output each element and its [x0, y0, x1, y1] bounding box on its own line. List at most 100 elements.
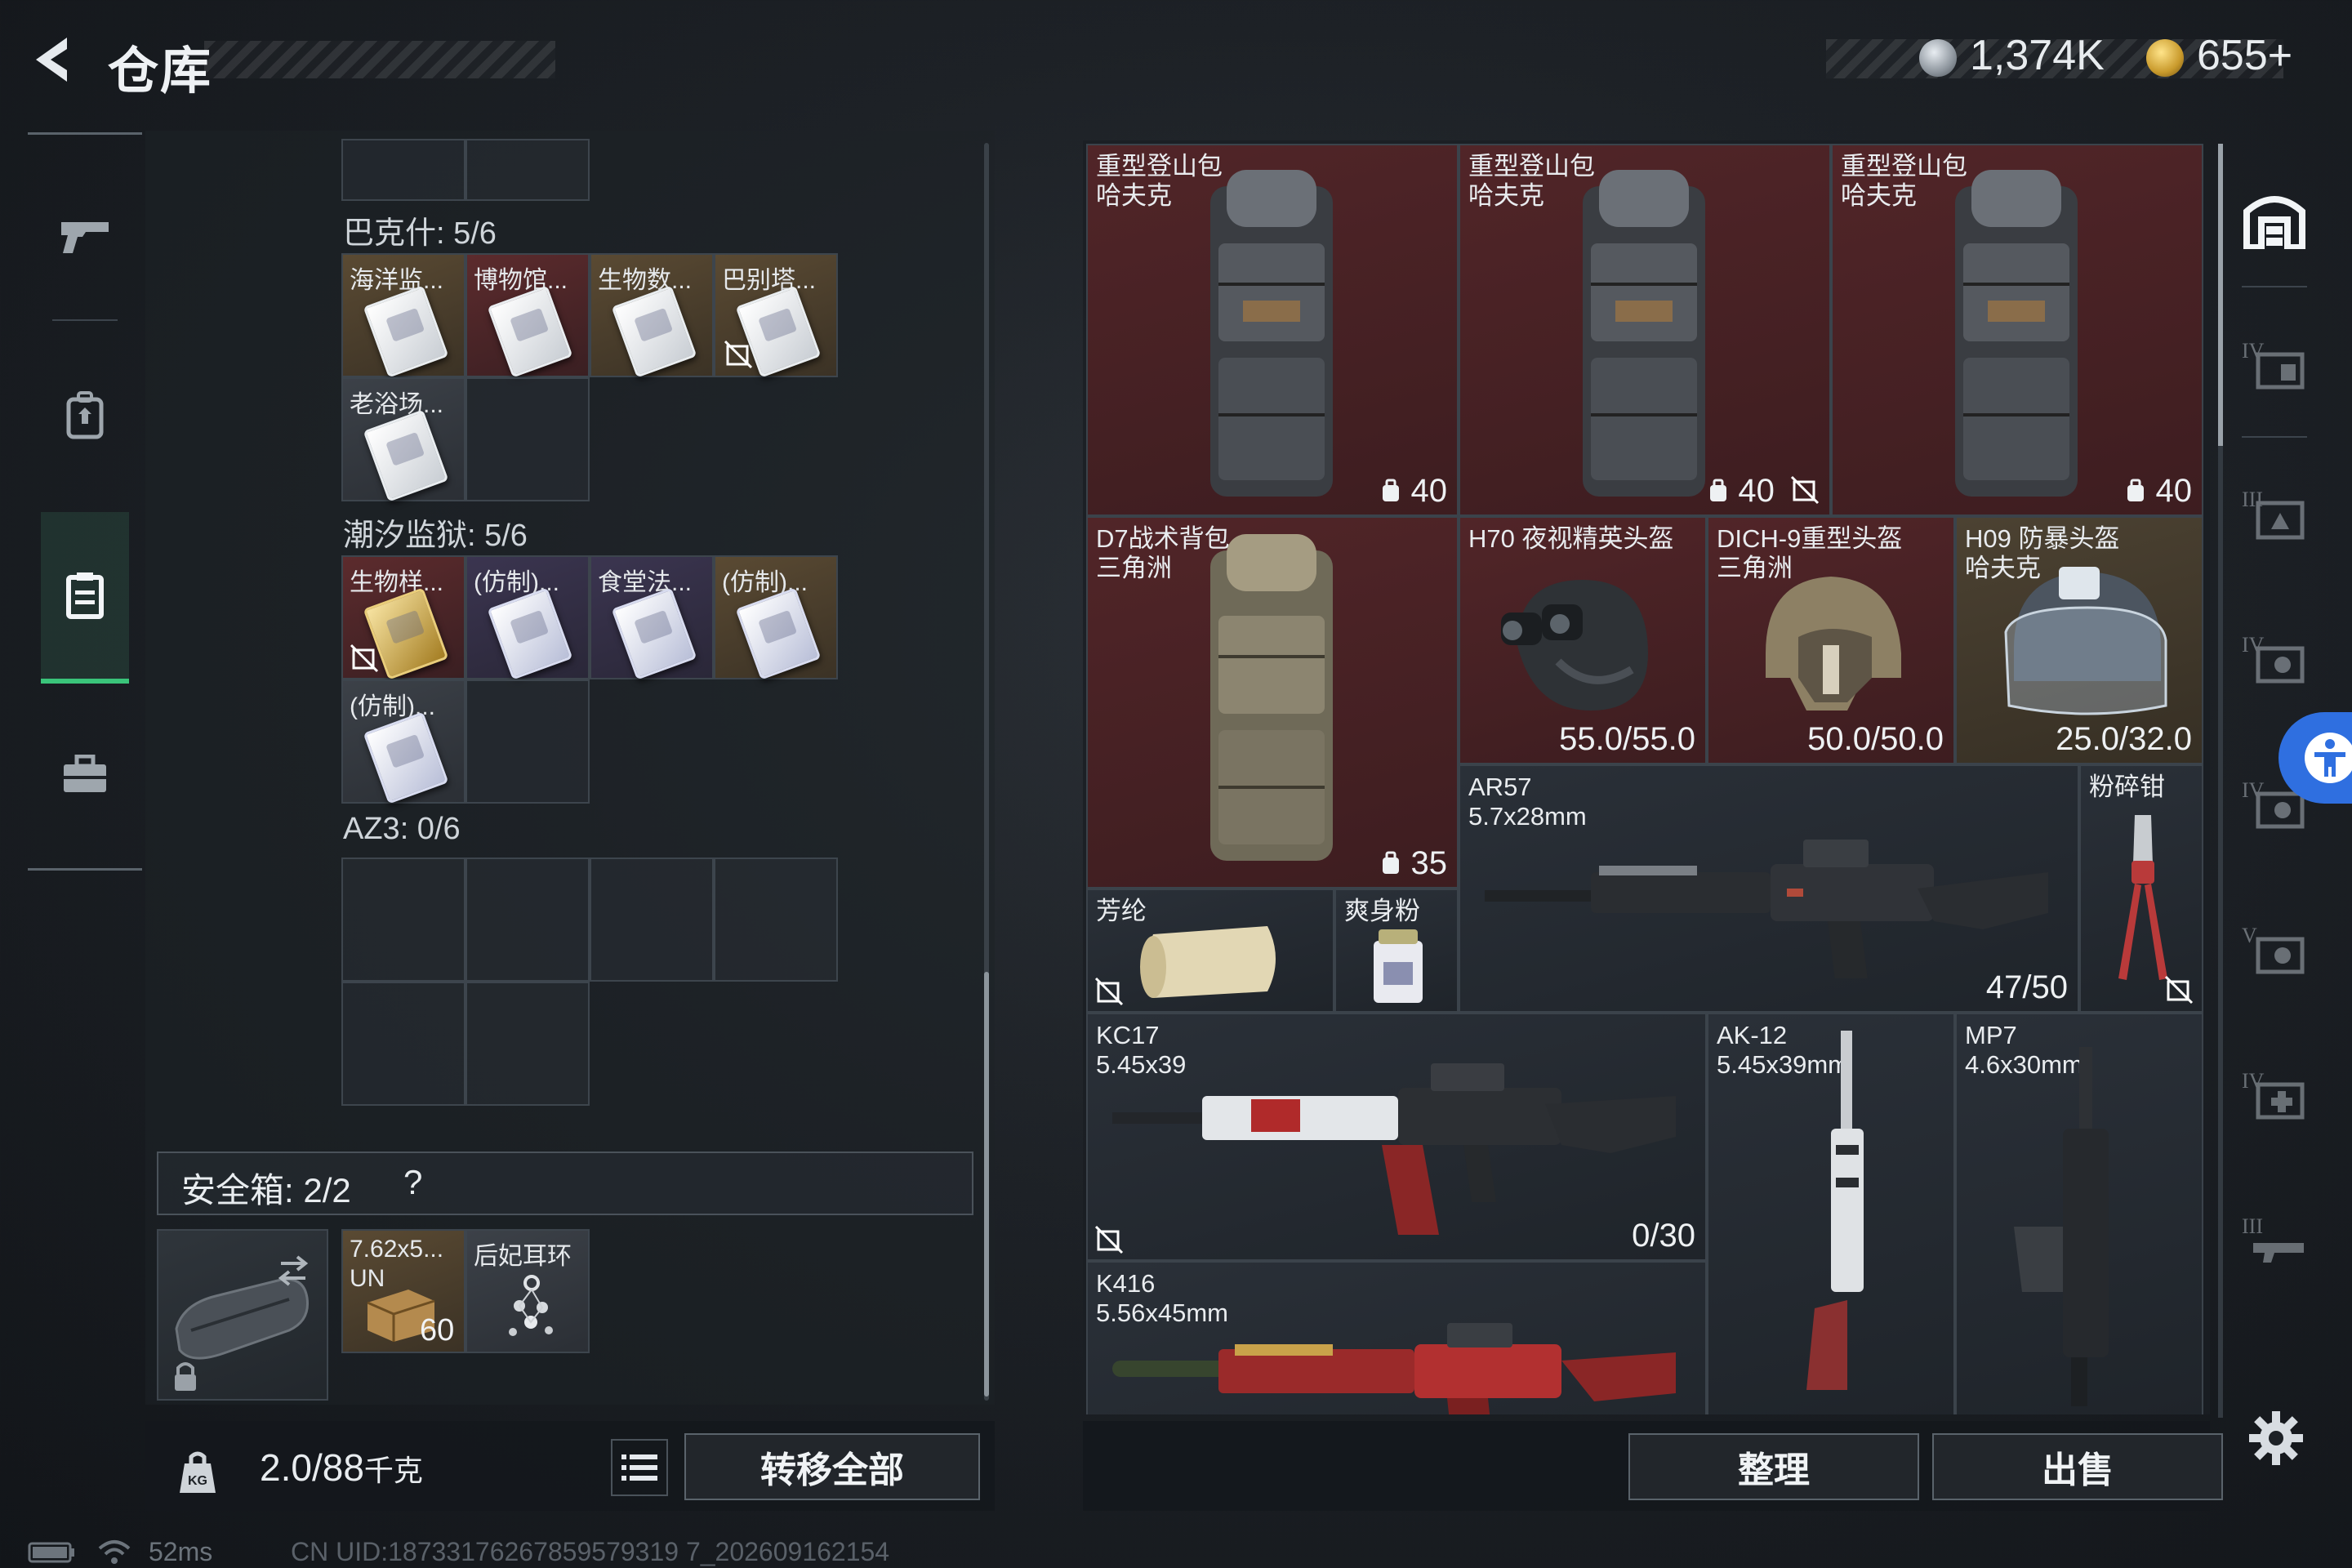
grid-cell: [466, 377, 590, 501]
section-title: 巴克什: 5/6: [343, 216, 497, 251]
svg-text:IV: IV: [2242, 633, 2265, 657]
no-drop-icon: [1094, 1225, 1124, 1254]
keycard-icon: [611, 285, 697, 378]
safe-box-help-button[interactable]: ?: [403, 1163, 422, 1202]
keycard-item[interactable]: 生物数...: [590, 253, 714, 378]
list-icon: [621, 1454, 657, 1481]
tactical-backpack-icon: [1210, 534, 1333, 861]
clipboard-icon: [66, 572, 104, 619]
container-scroll-thumb[interactable]: [984, 972, 989, 1396]
keycard-icon: [487, 587, 573, 680]
svg-text:IV: IV: [2242, 778, 2265, 802]
night-vision-helmet-icon: [1501, 580, 1648, 710]
weapon-item[interactable]: AK-12 5.45x39mm: [1707, 1013, 1955, 1414]
keycard-icon: [363, 711, 449, 804]
secure-case-icon: [175, 1255, 310, 1391]
keycard-item[interactable]: (仿制)...: [466, 555, 590, 680]
backpack-item[interactable]: D7战术背包 三角洲 35: [1086, 516, 1459, 889]
grid-cell: [466, 679, 590, 804]
grid-cell[interactable]: [466, 858, 590, 982]
currency-gold-value[interactable]: 655+: [2197, 31, 2292, 80]
back-button[interactable]: [24, 31, 82, 88]
filter-all[interactable]: [2238, 181, 2311, 255]
bag-capacity-icon: [1710, 479, 1727, 501]
keycard-item[interactable]: 博物馆...: [466, 253, 590, 378]
backpack-item[interactable]: 重型登山包 哈夫克 40: [1459, 144, 1831, 516]
capacity-value: 40: [1708, 473, 1820, 510]
keycard-icon: [487, 285, 573, 378]
stash-panel: 重型登山包 哈夫克 40 重型登山包 哈夫克 40 重型登山包 哈夫克 40 D…: [1083, 140, 2210, 1414]
svg-text:KG: KG: [188, 1474, 207, 1488]
backpack-item[interactable]: 重型登山包 哈夫克 40: [1086, 144, 1459, 516]
settings-button[interactable]: [2247, 1410, 2305, 1467]
heavy-backpack-icon: [1583, 170, 1705, 497]
nav-weapons[interactable]: [41, 192, 129, 280]
durability-value: 50.0/50.0: [1807, 721, 1944, 757]
item-name: 爽身粉: [1344, 897, 1420, 925]
material-item[interactable]: 芳纶: [1086, 889, 1334, 1013]
filter-tier-4-armor[interactable]: IV: [2238, 621, 2311, 694]
backpack-item[interactable]: 重型登山包 哈夫克 40: [1831, 144, 2203, 516]
stash-scroll-thumb[interactable]: [2218, 144, 2223, 446]
briefcase-icon: [64, 755, 106, 792]
weight-max: /88: [311, 1446, 364, 1489]
page-title: 仓库: [108, 43, 213, 100]
material-item[interactable]: 爽身粉: [1334, 889, 1459, 1013]
tool-item[interactable]: 粉碎钳: [2079, 764, 2203, 1013]
nav-briefcase[interactable]: [41, 731, 129, 819]
list-view-button[interactable]: [611, 1439, 668, 1496]
helmet-item[interactable]: H70 夜视精英头盔 55.0/55.0: [1459, 516, 1707, 764]
keycard-icon: [735, 587, 822, 680]
currency-silver-value: 1,374K: [1970, 32, 2105, 79]
keycard-item[interactable]: 老浴场...: [341, 377, 466, 502]
weapon-item[interactable]: KC17 5.45x39 0/30: [1086, 1013, 1707, 1261]
helmet-item[interactable]: DICH-9重型头盔 三角洲 50.0/50.0: [1707, 516, 1955, 764]
keycard-item[interactable]: 生物样...: [341, 555, 466, 680]
ammo-count: 60: [420, 1313, 455, 1348]
capacity-value: 35: [1380, 845, 1447, 882]
grid-cell[interactable]: [466, 982, 590, 1106]
grid-cell[interactable]: [590, 858, 714, 982]
keycard-item[interactable]: 海洋监...: [341, 253, 466, 378]
nav-storage[interactable]: [41, 512, 129, 684]
backpack-icon: [66, 391, 104, 439]
capacity-value: 40: [2125, 473, 2192, 510]
grid-cell[interactable]: [341, 858, 466, 982]
filter-tier-4-keys[interactable]: IV: [2238, 327, 2311, 400]
transfer-all-button[interactable]: 转移全部: [684, 1433, 980, 1500]
nav-backpack[interactable]: [41, 372, 129, 460]
grid-cell[interactable]: [714, 858, 838, 982]
svg-text:IV: IV: [2242, 1069, 2265, 1093]
earring-icon: [509, 1275, 553, 1336]
keycard-item[interactable]: (仿制)...: [341, 679, 466, 804]
vertical-rifle-icon: [1806, 1031, 1864, 1390]
helmet-item[interactable]: H09 防暴头盔 哈夫克 25.0/32.0: [1955, 516, 2203, 764]
bag-capacity-icon: [2127, 479, 2145, 501]
keycard-item[interactable]: (仿制)...: [714, 555, 838, 680]
rifle-icon: [1485, 840, 2048, 978]
durability-value: 55.0/55.0: [1559, 721, 1695, 757]
ping-readout: 52ms: [149, 1537, 213, 1566]
carbine-icon: [1112, 1323, 1676, 1414]
keycard-item[interactable]: 食堂法...: [590, 555, 714, 680]
filter-tier-4-medical[interactable]: IV: [2238, 1057, 2311, 1130]
earring-item[interactable]: 后妃耳环: [466, 1229, 590, 1353]
pistol-icon: [61, 222, 109, 253]
sort-button[interactable]: 整理: [1628, 1433, 1919, 1500]
filter-tier-3-backpack[interactable]: III: [2238, 475, 2311, 549]
fabric-roll-icon: [1140, 926, 1276, 998]
weapon-item[interactable]: AR57 5.7x28mm 47/50: [1459, 764, 2079, 1013]
filter-tier-5-gear[interactable]: V: [2238, 911, 2311, 985]
sell-button[interactable]: 出售: [1932, 1433, 2223, 1500]
weight-current: 2.0: [260, 1446, 312, 1489]
heavy-backpack-icon: [1955, 170, 2078, 497]
keycard-icon: [363, 409, 449, 502]
armor-filter-icon: IV: [2242, 633, 2305, 684]
filter-tier-3-weapon[interactable]: III: [2238, 1202, 2311, 1276]
weapon-item[interactable]: K416 5.56x45mm: [1086, 1261, 1707, 1414]
safe-box-case[interactable]: [157, 1229, 328, 1401]
grid-cell[interactable]: [341, 982, 466, 1106]
keycard-icon: [611, 587, 697, 680]
keycard-item[interactable]: 巴别塔...: [714, 253, 838, 378]
weapon-item[interactable]: MP7 4.6x30mm: [1955, 1013, 2203, 1414]
